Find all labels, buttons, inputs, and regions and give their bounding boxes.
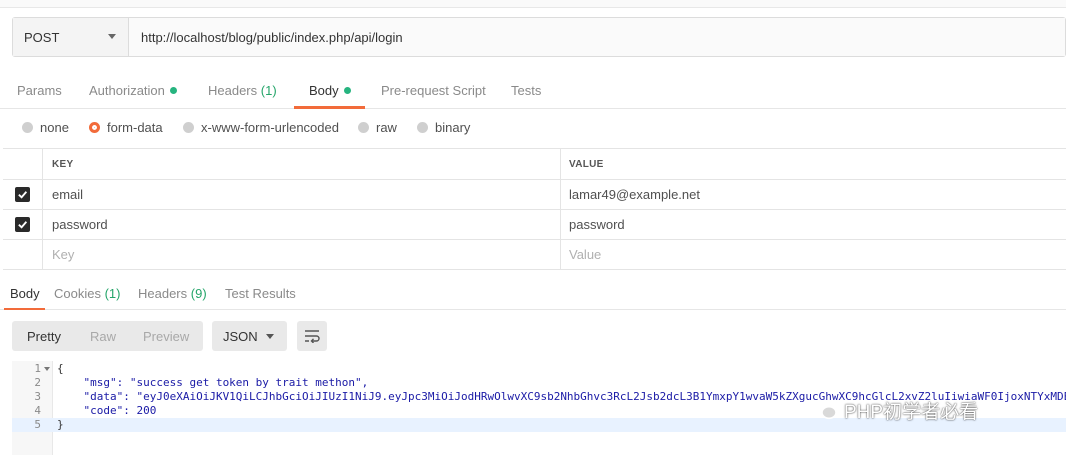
tab-authorization[interactable]: Authorization — [89, 83, 177, 98]
tab-count: (1) — [104, 286, 121, 301]
tab-label: Body — [309, 83, 339, 98]
table-row: password password — [3, 210, 1066, 240]
code-text: "code": 200 — [57, 404, 157, 417]
view-raw-button[interactable]: Raw — [90, 329, 116, 344]
code-text: } — [57, 418, 64, 431]
code-line: 2 "msg": "success get token by trait met… — [12, 376, 1066, 390]
tab-label: Cookies — [54, 286, 101, 301]
tab-count: (1) — [260, 83, 277, 98]
line-number: 2 — [34, 376, 41, 389]
tab-label: Tests — [511, 83, 542, 98]
tab-params[interactable]: Params — [17, 83, 62, 98]
radio-circle-icon — [183, 122, 194, 133]
radio-label: binary — [435, 120, 471, 135]
checkbox-checked-icon — [15, 187, 30, 202]
status-dot-icon — [343, 87, 351, 94]
format-select[interactable]: JSON — [212, 321, 287, 351]
row-check-cell — [3, 240, 43, 269]
key-input[interactable]: password — [43, 210, 561, 239]
wrap-lines-button[interactable] — [297, 321, 327, 351]
url-text: http://localhost/blog/public/index.php/a… — [141, 29, 403, 45]
method-label: POST — [24, 29, 60, 45]
row-checkbox[interactable] — [3, 210, 43, 239]
tab-pre-request-script[interactable]: Pre-request Script — [381, 83, 486, 98]
radio-binary[interactable]: binary — [417, 120, 470, 135]
tab-tests[interactable]: Tests — [511, 83, 541, 98]
radio-none[interactable]: none — [22, 120, 69, 135]
code-text: { — [57, 362, 64, 375]
response-tab-test-results[interactable]: Test Results — [225, 286, 296, 301]
tab-body[interactable]: Body — [309, 83, 351, 98]
active-tab-indicator — [294, 106, 365, 109]
response-tab-cookies[interactable]: Cookies (1) — [54, 286, 120, 301]
format-label: JSON — [223, 328, 258, 344]
tab-label: Test Results — [225, 286, 296, 301]
key-input[interactable]: email — [43, 180, 561, 209]
table-row: email lamar49@example.net — [3, 180, 1066, 210]
line-number: 4 — [34, 404, 41, 417]
tab-label: Headers — [208, 83, 258, 98]
new-key-input[interactable]: Key — [43, 240, 561, 269]
watermark: PHP初学者必看 — [812, 396, 978, 424]
line-number: 3 — [34, 390, 41, 403]
code-line: 1 { — [12, 362, 1066, 376]
response-tab-headers[interactable]: Headers (9) — [138, 286, 207, 301]
tab-headers[interactable]: Headers (1) — [208, 83, 277, 98]
response-tab-body[interactable]: Body — [10, 286, 40, 301]
radio-circle-icon — [358, 122, 369, 133]
active-tab-indicator — [4, 308, 45, 310]
radio-urlencoded[interactable]: x-www-form-urlencoded — [183, 120, 339, 135]
request-tabs: Params Authorization Headers (1) Body Pr… — [0, 72, 1066, 109]
header-check-cell — [3, 149, 43, 179]
table-row-new: Key Value — [3, 240, 1066, 270]
column-header-key: KEY — [43, 149, 561, 179]
method-select[interactable]: POST — [13, 18, 129, 56]
wechat-icon — [812, 400, 837, 420]
watermark-text: PHP初学者必看 — [844, 401, 979, 423]
checkbox-checked-icon — [15, 217, 30, 232]
chevron-down-icon — [266, 334, 274, 339]
view-preview-button[interactable]: Preview — [143, 329, 189, 344]
tab-label: Params — [17, 83, 62, 98]
radio-circle-icon — [22, 122, 33, 133]
radio-circle-icon — [417, 122, 428, 133]
tab-label: Body — [10, 286, 40, 301]
radio-selected-icon — [89, 122, 100, 133]
tab-label: Authorization — [89, 83, 165, 98]
radio-label: raw — [376, 120, 397, 135]
radio-label: none — [40, 120, 69, 135]
fold-arrow-icon[interactable] — [44, 367, 50, 371]
view-pretty-button[interactable]: Pretty — [27, 329, 61, 344]
request-bar: POST http://localhost/blog/public/index.… — [12, 17, 1066, 57]
form-data-table: KEY VALUE email lamar49@example.net pass… — [3, 148, 1066, 270]
tab-count: (9) — [190, 286, 207, 301]
radio-form-data[interactable]: form-data — [89, 120, 163, 135]
line-number: 1 — [34, 362, 41, 375]
url-input[interactable]: http://localhost/blog/public/index.php/a… — [129, 18, 1065, 56]
radio-label: x-www-form-urlencoded — [201, 120, 339, 135]
chevron-down-icon — [108, 34, 116, 39]
tab-label: Headers — [138, 286, 188, 301]
radio-label: form-data — [107, 120, 163, 135]
row-checkbox[interactable] — [3, 180, 43, 209]
table-header-row: KEY VALUE — [3, 149, 1066, 180]
body-type-radios: none form-data x-www-form-urlencoded raw… — [0, 118, 1066, 140]
line-number: 5 — [34, 418, 41, 431]
value-input[interactable]: password — [561, 210, 1066, 239]
value-input[interactable]: lamar49@example.net — [561, 180, 1066, 209]
response-tabs: Body Cookies (1) Headers (9) Test Result… — [0, 278, 1066, 310]
status-dot-icon — [169, 87, 177, 94]
top-strip — [0, 0, 1066, 8]
wrap-lines-icon — [305, 330, 320, 343]
view-mode-switcher: Pretty Raw Preview — [12, 321, 203, 351]
code-text: "msg": "success get token by trait metho… — [57, 376, 369, 389]
column-header-value: VALUE — [569, 158, 604, 170]
tab-label: Pre-request Script — [381, 83, 486, 98]
radio-raw[interactable]: raw — [358, 120, 397, 135]
new-value-input[interactable]: Value — [561, 240, 1066, 269]
